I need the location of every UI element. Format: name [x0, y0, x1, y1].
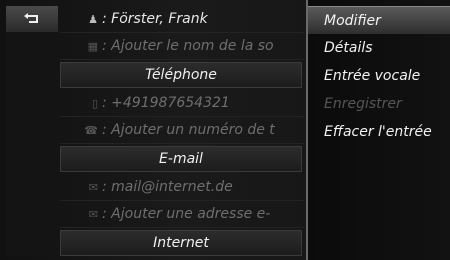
context-menu: Modifier Détails Entrée vocale Enregistr… — [306, 0, 450, 260]
email-add-icon: ✉ — [88, 207, 98, 221]
person-icon: ♟ — [88, 12, 98, 26]
email-icon: ✉ — [88, 180, 98, 194]
back-arrow-icon — [24, 13, 38, 23]
menu-item-save: Enregistrer — [324, 96, 402, 112]
company-icon: ▦ — [87, 39, 98, 53]
menu-item-modifier[interactable]: Modifier — [308, 6, 450, 34]
email-row[interactable]: ✉ : mail@internet.de — [60, 174, 304, 201]
phone-number-row[interactable]: ▯ : +491987654321 — [60, 90, 304, 117]
contact-name: Förster, Frank — [111, 11, 208, 27]
handset-icon: ☎ — [84, 123, 98, 137]
menu-item-voice-entry[interactable]: Entrée vocale — [308, 62, 450, 90]
back-button[interactable] — [6, 6, 58, 32]
back-strip — [6, 6, 58, 256]
section-header-telephone: Téléphone — [60, 62, 302, 88]
contact-screen: ♟ : Förster, Frank ▦ : Ajouter le nom de… — [0, 0, 450, 260]
menu-item-details[interactable]: Détails — [308, 34, 450, 62]
section-header-internet: Internet — [60, 230, 302, 256]
add-phone-row[interactable]: ☎ : Ajouter un numéro de t — [60, 117, 304, 144]
contact-name-row[interactable]: ♟ : Förster, Frank — [60, 6, 304, 33]
add-company-row[interactable]: ▦ : Ajouter le nom de la so — [60, 33, 304, 60]
phone-icon: ▯ — [91, 96, 98, 110]
menu-item-delete-entry[interactable]: Effacer l'entrée — [308, 118, 450, 146]
contact-detail-list: ♟ : Förster, Frank ▦ : Ajouter le nom de… — [60, 6, 304, 256]
add-email-row[interactable]: ✉ : Ajouter une adresse e- — [60, 201, 304, 228]
section-header-email: E-mail — [60, 146, 302, 172]
